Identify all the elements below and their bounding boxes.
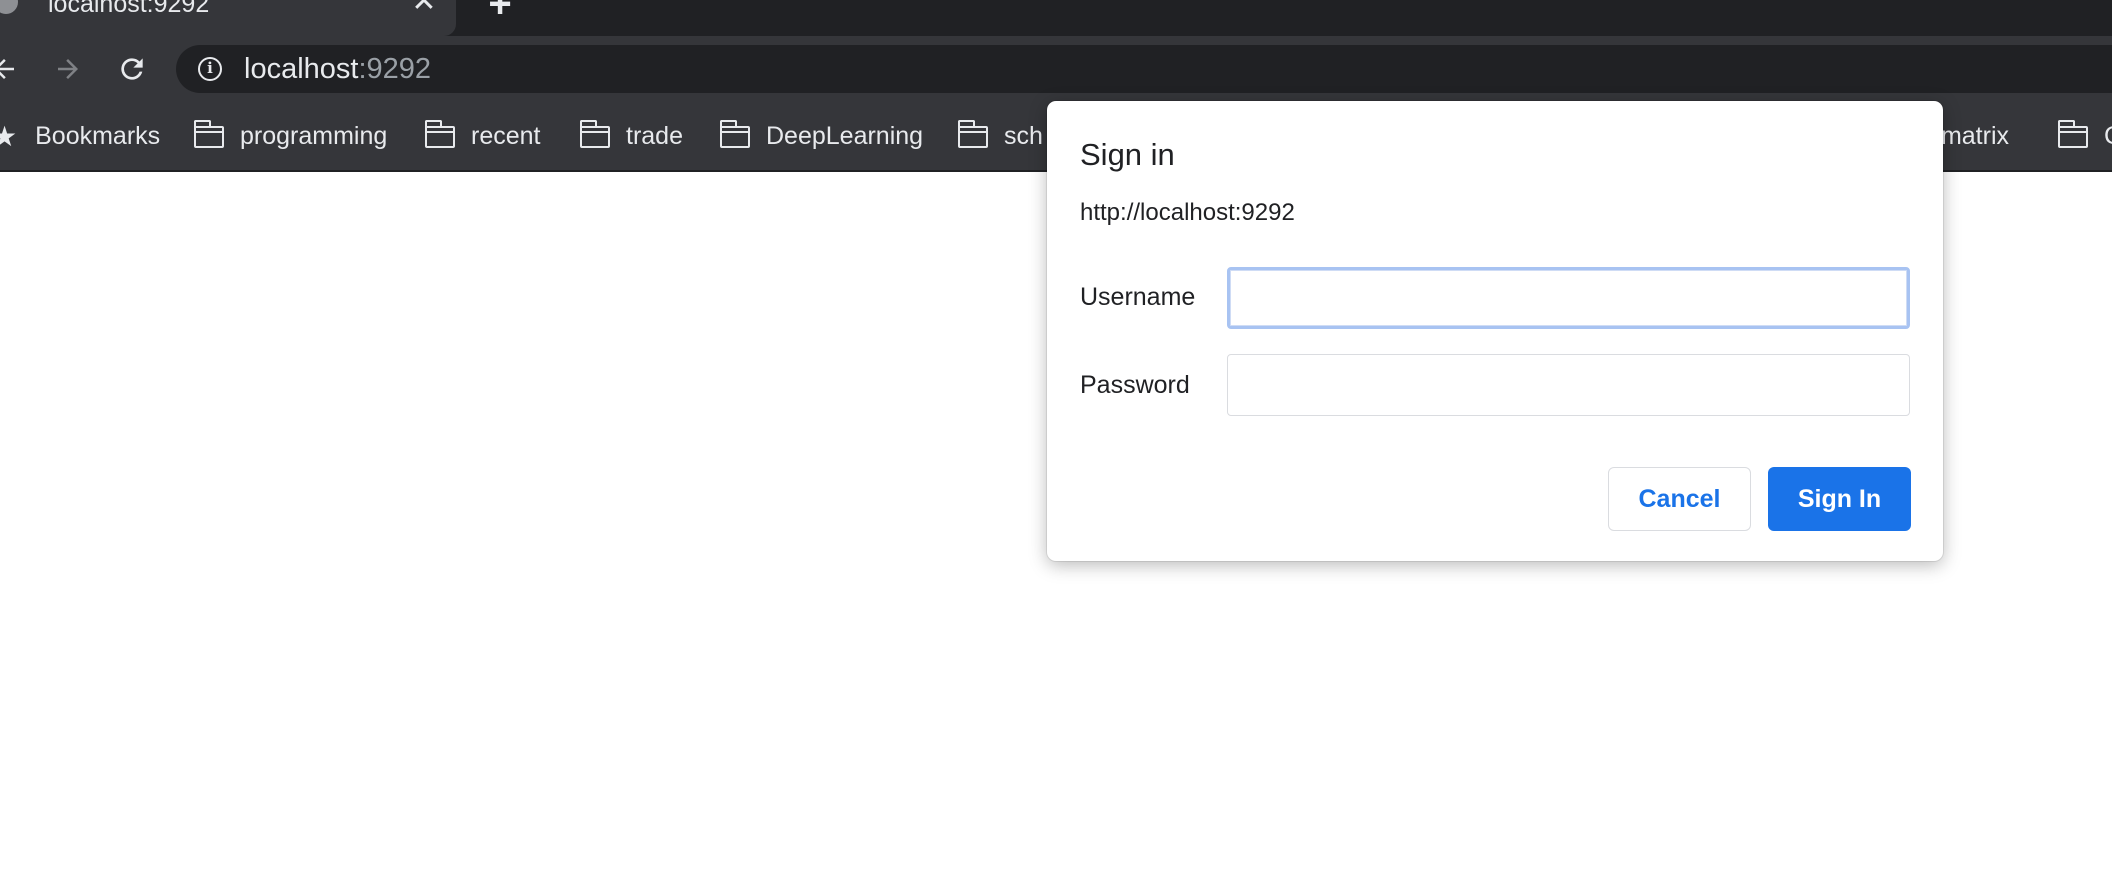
bookmark-deeplearning[interactable]: DeepLearning bbox=[719, 102, 924, 170]
bookmark-label: recent bbox=[471, 121, 541, 150]
bookmark-bookmarks[interactable]: ★ Bookmarks bbox=[0, 102, 160, 170]
username-label: Username bbox=[1080, 283, 1196, 311]
bookmark-trade[interactable]: trade bbox=[579, 102, 683, 170]
star-icon: ★ bbox=[0, 120, 18, 152]
address-bar[interactable]: i localhost:9292 bbox=[176, 45, 2112, 93]
tab-title: localhost:9292 bbox=[48, 0, 210, 18]
url-host: localhost bbox=[244, 53, 359, 85]
cancel-button[interactable]: Cancel bbox=[1608, 467, 1751, 531]
bookmark-c[interactable]: C bbox=[2057, 102, 2112, 170]
bookmark-tmatrix[interactable]: tmatrix bbox=[1934, 102, 2009, 170]
toolbar: i localhost:9292 bbox=[0, 36, 2112, 102]
sign-in-button[interactable]: Sign In bbox=[1768, 467, 1911, 531]
url-text[interactable]: localhost:9292 bbox=[244, 45, 431, 93]
username-input[interactable] bbox=[1227, 267, 1910, 329]
info-icon[interactable]: i bbox=[198, 57, 222, 81]
folder-icon bbox=[579, 120, 610, 148]
bookmark-label: C bbox=[2104, 122, 2112, 151]
back-button[interactable] bbox=[0, 36, 24, 102]
bookmark-label: programming bbox=[240, 121, 388, 150]
password-input[interactable] bbox=[1227, 354, 1910, 416]
url-port: :9292 bbox=[358, 53, 432, 85]
bookmark-label: DeepLearning bbox=[766, 121, 924, 150]
arrow-right-icon bbox=[58, 59, 78, 79]
new-tab-button[interactable]: + bbox=[482, 0, 518, 24]
dialog-title: Sign in bbox=[1080, 137, 1175, 172]
folder-icon bbox=[957, 120, 988, 148]
folder-icon bbox=[424, 120, 455, 148]
sign-in-dialog: Sign in http://localhost:9292 Username P… bbox=[1047, 101, 1943, 561]
folder-icon bbox=[719, 120, 750, 148]
reload-icon bbox=[121, 58, 143, 80]
bookmark-label: tmatrix bbox=[1934, 121, 2009, 150]
bookmark-label: Bookmarks bbox=[35, 121, 161, 150]
folder-icon bbox=[193, 120, 224, 148]
bookmark-label: trade bbox=[626, 121, 683, 150]
tab-strip: localhost:9292 ✕ + bbox=[0, 0, 2112, 36]
globe-icon bbox=[0, 0, 18, 14]
bookmark-label: sch bbox=[1004, 121, 1043, 150]
arrow-left-icon bbox=[0, 59, 14, 79]
close-icon[interactable]: ✕ bbox=[410, 0, 438, 17]
forward-button[interactable] bbox=[48, 36, 88, 102]
bookmark-sch[interactable]: sch bbox=[957, 102, 1043, 170]
reload-button[interactable] bbox=[112, 36, 152, 102]
bookmark-programming[interactable]: programming bbox=[193, 102, 388, 170]
bookmark-recent[interactable]: recent bbox=[424, 102, 541, 170]
password-label: Password bbox=[1080, 371, 1190, 399]
folder-icon bbox=[2057, 120, 2088, 148]
dialog-origin: http://localhost:9292 bbox=[1080, 199, 1295, 226]
tab-localhost[interactable]: localhost:9292 ✕ bbox=[0, 0, 456, 36]
